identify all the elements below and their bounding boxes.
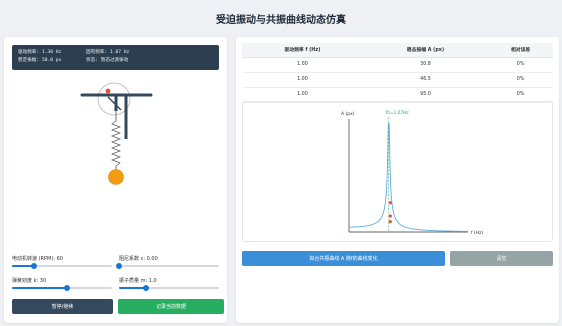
table-cell: 0% [488, 87, 553, 103]
damping-control: 阻尼系数 c: 0.00 [116, 255, 219, 269]
resonance-annotation: f0=1.07Hz [386, 110, 410, 116]
state-label: 状态: [86, 58, 98, 63]
x-axis-label: f (Hz) [471, 230, 484, 236]
natural-freq-value: 1.07 Hz [109, 50, 130, 55]
data-table: 驱动频率 f (Hz) 稳态振幅 A (px) 相对误差 1.00 30.8 0… [242, 43, 553, 103]
spring-constant-thumb[interactable] [64, 285, 70, 291]
data-points [388, 201, 392, 224]
clear-button[interactable]: 清空 [450, 251, 553, 266]
page-title: 受迫振动与共振曲线动态仿真 [216, 15, 346, 26]
mass-label: 振子质量 m: 1.0 [119, 278, 157, 284]
mass-slider[interactable] [119, 285, 219, 291]
oscillator-mass [108, 169, 124, 185]
motor-speed-slider[interactable] [12, 263, 112, 269]
table-row: 1.00 30.8 0% [242, 57, 553, 73]
state-value: 暂态过渡振动 [100, 58, 129, 63]
mass-control: 振子质量 m: 1.0 [119, 277, 219, 291]
amplitude-label: 稳定振幅: [18, 58, 40, 63]
oscillator-animation [80, 82, 153, 185]
damping-label: 阻尼系数 c: 0.00 [119, 256, 158, 262]
resonance-chart: A (px) f (Hz) f0=1.07Hz [242, 101, 553, 242]
status-readout: 驱动频率: 1.30 Hz 固有频率: 1.07 Hz 稳定振幅: 50.0 p… [12, 45, 219, 70]
col-header-amplitude: 稳态振幅 A (px) [362, 43, 489, 58]
motor-crank-pin [105, 88, 111, 94]
record-data-button[interactable]: 记录当前数据 [118, 299, 224, 314]
table-header-row: 驱动频率 f (Hz) 稳态振幅 A (px) 相对误差 [242, 43, 553, 58]
spring [111, 120, 121, 167]
motor-speed-thumb[interactable] [31, 263, 37, 269]
damping-thumb[interactable] [116, 263, 122, 269]
col-header-error: 相对误差 [488, 43, 553, 58]
plot-curve-button[interactable]: 拟合共振曲线 A 随f的曲线变化 [242, 251, 445, 266]
simulation-panel: 驱动频率: 1.30 Hz 固有频率: 1.07 Hz 稳定振幅: 50.0 p… [4, 37, 227, 323]
data-panel: 驱动频率 f (Hz) 稳态振幅 A (px) 相对误差 1.00 30.8 0… [236, 37, 559, 323]
motor-speed-control: 电动机转速 (RPM): 60 [12, 255, 112, 269]
data-point [388, 214, 392, 218]
col-header-frequency: 驱动频率 f (Hz) [242, 43, 363, 58]
table-row: 1.00 46.5 0% [242, 72, 553, 88]
damping-slider[interactable] [116, 263, 219, 269]
data-point [388, 220, 392, 224]
data-point [388, 201, 392, 205]
table-cell: 0% [488, 57, 553, 73]
y-axis-label: A (px) [341, 111, 355, 117]
mass-thumb[interactable] [143, 285, 149, 291]
spring-constant-slider[interactable] [12, 285, 112, 291]
spring-constant-label: 弹簧劲度 k: 30 [12, 278, 47, 284]
table-cell: 1.00 [242, 87, 363, 103]
table-cell: 0% [488, 72, 553, 88]
resonance-curve [349, 123, 468, 232]
resonance-chart-svg: A (px) f (Hz) f0=1.07Hz [341, 110, 484, 236]
table-cell: 1.00 [242, 57, 363, 73]
drive-freq-label: 驱动频率: [18, 50, 40, 55]
table-cell: 95.0 [362, 87, 489, 103]
amplitude-value: 50.0 px [41, 58, 62, 63]
pause-resume-button[interactable]: 暂停/继续 [12, 299, 113, 314]
table-row: 1.00 95.0 0% [242, 87, 553, 103]
table-cell: 30.8 [362, 57, 489, 73]
table-cell: 46.5 [362, 72, 489, 88]
motor-speed-label: 电动机转速 (RPM): 60 [12, 256, 63, 262]
drive-freq-value: 1.30 Hz [41, 50, 62, 55]
natural-freq-label: 固有频率: [86, 50, 108, 55]
table-cell: 1.00 [242, 72, 363, 88]
spring-constant-control: 弹簧劲度 k: 30 [12, 277, 112, 291]
